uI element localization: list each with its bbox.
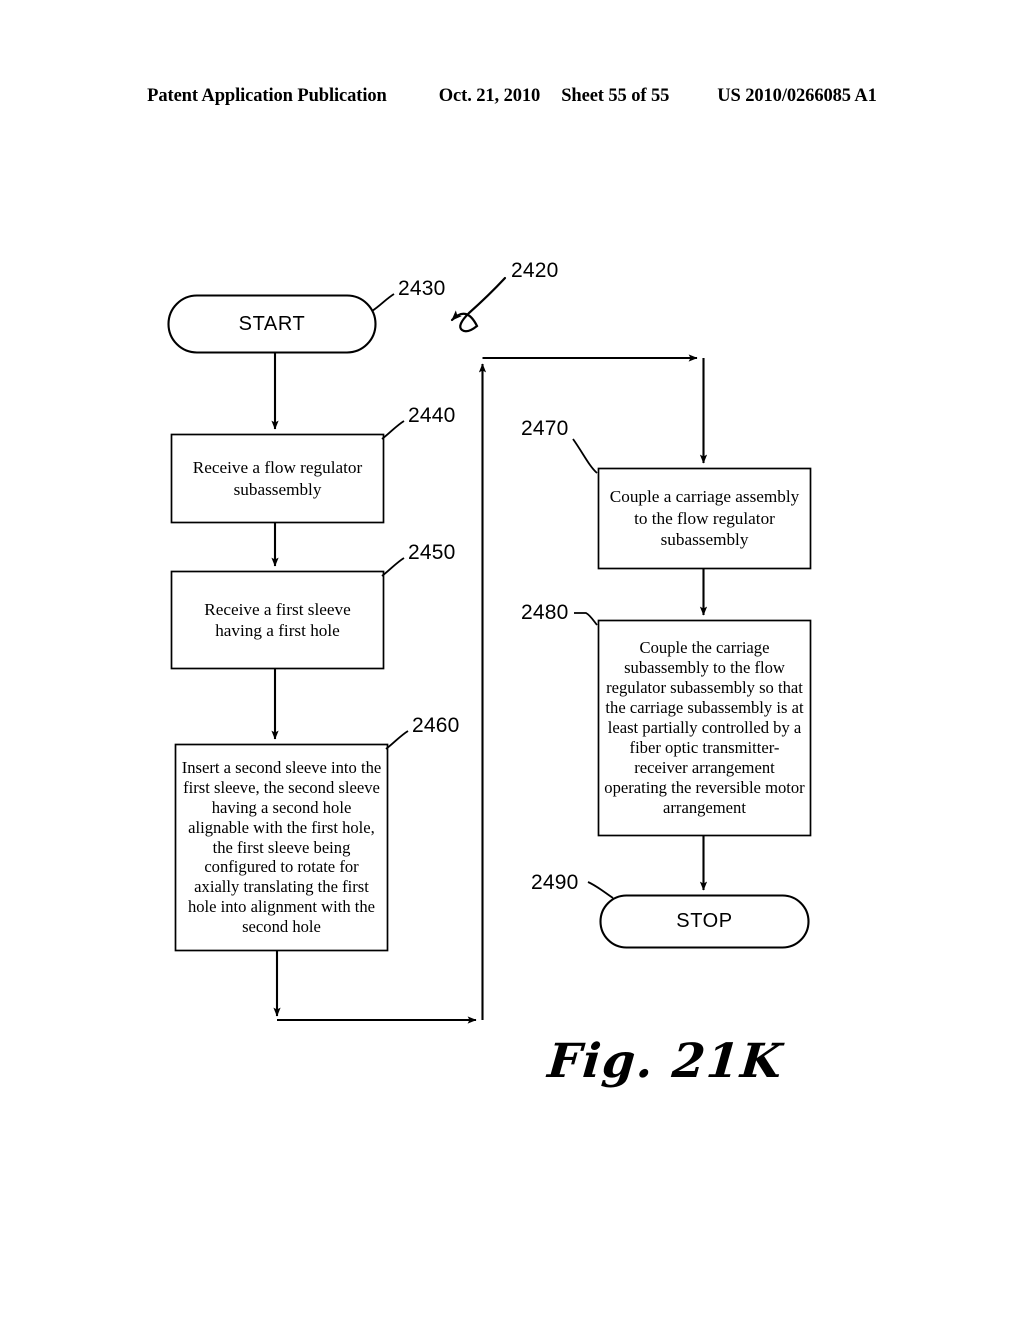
node-2460-shape — [174, 743, 389, 952]
ref-numeral-2480: 2480 — [521, 601, 569, 624]
ref-numeral-2450: 2450 — [408, 541, 456, 564]
ref-numeral-2490: 2490 — [531, 871, 579, 894]
ref-numeral-2440: 2440 — [408, 404, 456, 427]
leader-2470 — [572, 438, 598, 474]
leader-2420-squiggle — [450, 276, 507, 333]
figure-caption: Fig. 21K — [545, 1034, 786, 1089]
node-stop-shape — [599, 894, 810, 949]
leader-2450 — [381, 557, 405, 577]
flowchart-drawing — [0, 0, 1024, 1320]
node-2470-shape — [597, 467, 812, 570]
leader-2440 — [381, 420, 405, 440]
leader-2490 — [587, 881, 614, 899]
node-start-shape — [167, 294, 377, 354]
node-2450-shape — [170, 570, 385, 670]
leader-2430 — [371, 293, 395, 312]
ref-numeral-2420: 2420 — [511, 259, 559, 282]
leader-2460 — [385, 730, 409, 750]
node-2480-shape — [597, 619, 812, 837]
leader-2480 — [574, 612, 598, 626]
node-2440-shape — [170, 433, 385, 524]
ref-numeral-2470: 2470 — [521, 417, 569, 440]
ref-numeral-2460: 2460 — [412, 714, 460, 737]
ref-numeral-2430: 2430 — [398, 277, 446, 300]
